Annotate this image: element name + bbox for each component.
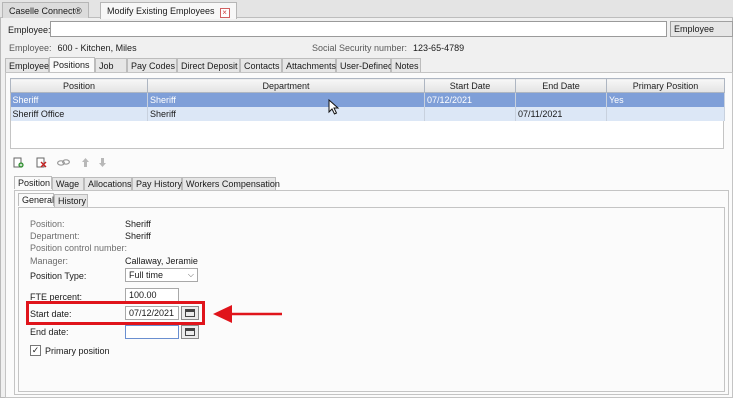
tab-history[interactable]: History xyxy=(54,194,88,207)
position-label: Position: xyxy=(30,219,65,229)
cell-start-date: 07/12/2021 xyxy=(424,92,516,107)
start-date-highlight-box xyxy=(26,301,205,325)
delete-icon[interactable] xyxy=(36,157,47,168)
close-tab-icon[interactable]: × xyxy=(219,8,230,18)
end-date-label: End date: xyxy=(30,327,69,337)
cell-department: Sheriff xyxy=(147,106,425,121)
employee-lookup-input[interactable] xyxy=(50,21,667,37)
column-header-end-date[interactable]: End Date xyxy=(515,78,607,93)
ssn-value: 123-65-4789 xyxy=(413,43,465,53)
mouse-cursor-icon xyxy=(328,99,340,115)
move-down-icon[interactable] xyxy=(97,157,108,168)
ssn-label: Social Security number: xyxy=(312,43,408,53)
tab-positions[interactable]: Positions xyxy=(49,57,95,72)
tab-direct-deposit[interactable]: Direct Deposit xyxy=(177,58,240,72)
department-value: Sheriff xyxy=(125,231,151,241)
tab-general[interactable]: General xyxy=(18,193,54,206)
tab-wage[interactable]: Wage xyxy=(52,177,84,190)
tab-label: Caselle Connect® xyxy=(9,6,82,16)
position-type-select[interactable]: Full time ⌵ xyxy=(125,268,198,282)
column-header-department[interactable]: Department xyxy=(147,78,425,93)
department-label: Department: xyxy=(30,231,80,241)
red-arrow-icon xyxy=(213,305,282,323)
tab-pay-history[interactable]: Pay History xyxy=(132,177,182,190)
move-up-icon[interactable] xyxy=(80,157,91,168)
tab-position[interactable]: Position xyxy=(14,176,52,189)
tab-pay-codes[interactable]: Pay Codes xyxy=(127,58,177,72)
table-row[interactable]: Sheriff Sheriff 07/12/2021 Yes xyxy=(10,92,725,107)
cell-primary-position xyxy=(606,106,725,121)
tab-caselle-connect[interactable]: Caselle Connect® xyxy=(2,2,89,18)
column-header-position[interactable]: Position xyxy=(10,78,148,93)
employee-lookup-button[interactable]: Employee xyxy=(670,21,733,37)
position-control-number-label: Position control number: xyxy=(30,243,128,253)
fte-percent-input[interactable]: 100.00 xyxy=(125,288,179,302)
tab-contacts[interactable]: Contacts xyxy=(240,58,282,72)
tab-allocations[interactable]: Allocations xyxy=(84,177,132,190)
cell-position: Sheriff xyxy=(10,92,148,107)
position-value: Sheriff xyxy=(125,219,151,229)
positions-grid: Position Department Start Date End Date … xyxy=(10,78,725,121)
tab-user-defined[interactable]: User-Defined xyxy=(336,58,393,72)
cell-end-date: 07/11/2021 xyxy=(515,106,607,121)
tab-workers-compensation[interactable]: Workers Compensation xyxy=(182,177,280,190)
cell-primary-position: Yes xyxy=(606,92,725,107)
cell-end-date xyxy=(515,92,607,107)
end-date-calendar-button[interactable] xyxy=(181,325,199,339)
end-date-input[interactable] xyxy=(125,325,179,339)
tab-job[interactable]: Job xyxy=(95,58,127,72)
cell-position: Sheriff Office xyxy=(10,106,148,121)
manager-value: Callaway, Jeramie xyxy=(125,256,198,266)
primary-position-checkbox[interactable]: ✓ xyxy=(30,345,41,356)
column-header-start-date[interactable]: Start Date xyxy=(424,78,516,93)
tab-notes[interactable]: Notes xyxy=(391,58,421,72)
table-row[interactable]: Sheriff Office Sheriff 07/11/2021 xyxy=(10,106,725,121)
chevron-down-icon: ⌵ xyxy=(187,270,194,279)
tab-employee[interactable]: Employee xyxy=(5,58,49,72)
primary-position-label: Primary position xyxy=(45,346,110,356)
tab-attachments[interactable]: Attachments xyxy=(282,58,336,72)
employee-info-value: 600 - Kitchen, Miles xyxy=(57,43,137,53)
employee-lookup-label: Employee: xyxy=(8,25,51,35)
column-header-primary-position[interactable]: Primary Position xyxy=(606,78,725,93)
tab-modify-existing-employees[interactable]: Modify Existing Employees × xyxy=(100,2,237,19)
position-type-value: Full time xyxy=(129,270,164,280)
document-tab-strip: Caselle Connect® Modify Existing Employe… xyxy=(0,0,733,19)
employee-info-label: Employee: xyxy=(9,43,52,53)
employee-info: Employee: 600 - Kitchen, Miles xyxy=(9,43,137,53)
ssn-info: Social Security number: 123-65-4789 xyxy=(312,43,464,53)
manager-label: Manager: xyxy=(30,256,69,266)
tab-label: Modify Existing Employees xyxy=(107,6,215,16)
calendar-icon xyxy=(185,328,195,336)
link-icon[interactable] xyxy=(56,157,71,168)
add-icon[interactable] xyxy=(13,157,24,168)
cell-start-date xyxy=(424,106,516,121)
cell-department: Sheriff xyxy=(147,92,425,107)
position-type-label: Position Type: xyxy=(30,271,87,281)
